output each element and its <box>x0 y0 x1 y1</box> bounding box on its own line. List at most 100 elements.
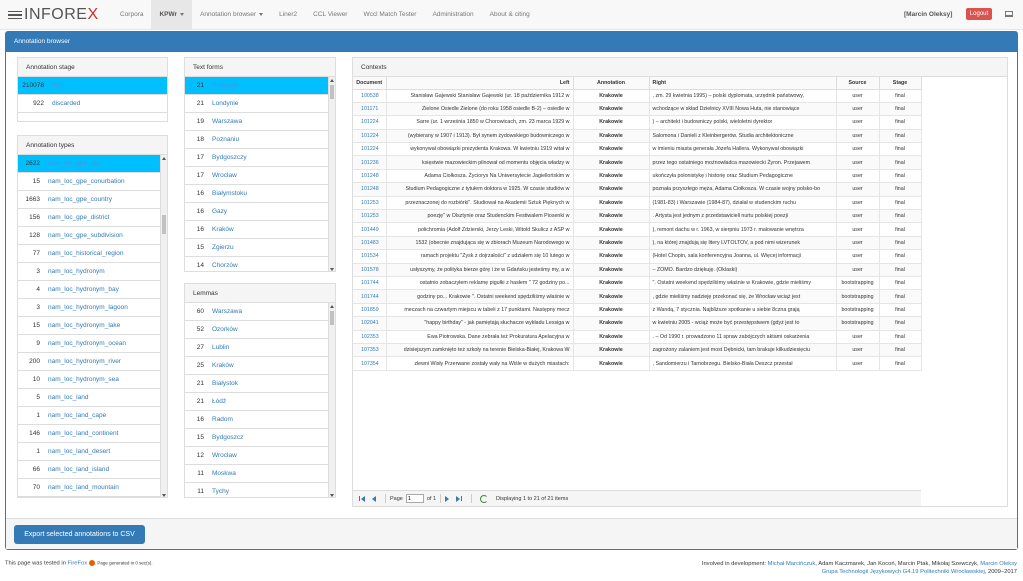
nav-ccl-viewer[interactable]: CCL Viewer <box>305 0 355 30</box>
document-id-link[interactable]: 101253 <box>361 200 379 206</box>
document-id-link[interactable]: 107353 <box>361 347 379 353</box>
document-id-link[interactable]: 101224 <box>361 133 379 139</box>
item-label[interactable]: nam_loc_hydronym_sea <box>40 371 119 388</box>
document-link[interactable]: 107353 <box>353 343 387 358</box>
col-annotation[interactable]: Annotation <box>573 77 650 90</box>
item-label[interactable]: nam_loc_land <box>40 389 88 406</box>
item-label[interactable]: nam_loc_gpe_district <box>40 209 109 226</box>
scroll-up-icon[interactable] <box>330 79 334 82</box>
document-id-link[interactable]: 107354 <box>361 361 379 367</box>
col-right[interactable]: Right <box>649 77 837 90</box>
table-row[interactable]: 107353 dzisiejszym zamknięto też szkoły n… <box>353 343 922 358</box>
item-label[interactable]: Krakowie <box>204 77 239 94</box>
document-link[interactable]: 101744 <box>353 289 387 304</box>
table-row[interactable]: 100538 Stanisław Gajewski Stanisław Gajew… <box>353 89 922 103</box>
document-id-link[interactable]: 101236 <box>361 160 379 166</box>
brand-logo[interactable]: INFOREX <box>8 6 99 24</box>
list-item[interactable]: 5 nam_loc_land <box>18 389 161 407</box>
list-item[interactable]: 21 Krakowie <box>185 77 329 95</box>
list-item[interactable]: 15 nam_loc_gpe_conurbation <box>18 173 161 191</box>
page-input[interactable] <box>405 494 424 503</box>
scroll-up-icon[interactable] <box>162 157 166 160</box>
document-id-link[interactable]: 101578 <box>361 267 379 273</box>
list-item[interactable]: 21 Łódź <box>185 393 329 411</box>
item-label[interactable]: Ozorków <box>204 321 238 338</box>
item-label[interactable]: nam_loc_gpe_conurbation <box>40 173 125 190</box>
next-page-icon[interactable] <box>445 495 451 502</box>
table-row[interactable]: 101483 1532 (obecnie znajdująca się w zbi… <box>353 236 922 251</box>
table-row[interactable]: 101449 polichromia (Adolf Zdzierski, Jerz… <box>353 222 922 237</box>
item-label[interactable]: Londynie <box>204 95 238 112</box>
table-row[interactable]: 101534 ramach projektu "Zysk z dojrzałośc… <box>353 249 922 264</box>
list-item[interactable]: 16 Radom <box>185 411 329 429</box>
item-label[interactable]: Kraków <box>204 221 234 238</box>
document-link[interactable]: 101224 <box>353 115 387 130</box>
scroll-down-icon[interactable] <box>330 268 334 271</box>
item-label[interactable]: Białystok <box>204 375 238 392</box>
document-link[interactable]: 101534 <box>353 249 387 264</box>
scroll-thumb[interactable] <box>162 215 166 234</box>
table-row[interactable]: 101171 Zielone Osiedle Zielone (do roku 1… <box>353 102 922 117</box>
item-label[interactable]: Kraków <box>204 357 234 374</box>
table-row[interactable]: 102041 "happy birthday" - jak pamiętają s… <box>353 316 922 331</box>
item-label[interactable]: Radom <box>204 411 233 428</box>
list-item[interactable]: 128 nam_loc_gpe_subdivision <box>18 227 161 245</box>
document-link[interactable]: 101483 <box>353 236 387 251</box>
list-item[interactable]: 21 Białystok <box>185 375 329 393</box>
document-link[interactable]: 101171 <box>353 102 387 117</box>
list-item[interactable]: 9 nam_loc_hydronym_ocean <box>18 335 161 353</box>
document-link[interactable]: 107354 <box>353 356 387 371</box>
item-label[interactable]: nam_loc_hydronym_lake <box>40 317 120 334</box>
table-row[interactable]: 107354 zlewni Wisły Przerwane zostały wał… <box>353 356 922 371</box>
document-id-link[interactable]: 101248 <box>361 186 379 192</box>
text-forms-scrollbar[interactable] <box>328 77 335 271</box>
nav-corpora[interactable]: Corpora <box>112 0 151 30</box>
item-label[interactable]: nam_loc_gpe_subdivision <box>40 227 123 244</box>
document-id-link[interactable]: 101449 <box>361 227 379 233</box>
firefox-link[interactable]: FireFox <box>68 561 88 567</box>
list-item[interactable]: 19 Warszawa <box>185 113 329 131</box>
nav-wccl-match-tester[interactable]: Wccl Match Tester <box>355 0 424 30</box>
item-label[interactable]: nam_loc_hydronym_lagoon <box>40 299 128 316</box>
document-link[interactable]: 101859 <box>353 303 387 318</box>
list-item[interactable]: 3 nam_loc_hydronym_lagoon <box>18 299 161 317</box>
item-label[interactable]: nam_loc_gpe_country <box>40 191 112 208</box>
item-label[interactable]: nam_loc_land_mountain <box>40 479 119 496</box>
list-item[interactable]: 60 Warszawa <box>185 303 329 321</box>
item-label[interactable]: Poznaniu <box>204 131 239 148</box>
item-label[interactable]: Białymstoku <box>204 185 247 202</box>
document-id-link[interactable]: 101744 <box>361 294 379 300</box>
prev-page-icon[interactable] <box>370 495 376 502</box>
item-label[interactable]: Łódź <box>204 393 226 410</box>
scroll-down-icon[interactable] <box>330 494 334 497</box>
table-row[interactable]: 101236 księstwie mazowieckim pilnował od … <box>353 155 922 170</box>
document-link[interactable]: 101578 <box>353 263 387 277</box>
list-item[interactable]: 3 nam_loc_hydronym <box>18 263 161 281</box>
col-document[interactable]: Document <box>353 77 387 90</box>
list-item[interactable]: 1 nam_loc_land_desert <box>18 443 161 461</box>
item-label[interactable]: nam_loc_land_cape <box>40 407 106 424</box>
list-item[interactable]: 17 Wrocław <box>185 167 329 185</box>
table-row[interactable]: 101744 ostatnio zobaczyłem reklamę pigułk… <box>353 276 922 291</box>
scroll-down-icon[interactable] <box>162 494 166 497</box>
developer-link[interactable]: Marcin Oleksy <box>980 561 1017 567</box>
table-row[interactable]: 102353 Ewa Piotrowska. Dane zebrała też P… <box>353 330 922 344</box>
export-csv-button[interactable]: Export selected annotations to CSV <box>14 525 145 544</box>
scroll-up-icon[interactable] <box>330 305 334 308</box>
document-id-link[interactable]: 101171 <box>361 106 378 112</box>
item-label[interactable]: Wrocław <box>204 447 237 464</box>
list-item[interactable]: 146 nam_loc_land_continent <box>18 425 161 443</box>
table-row[interactable]: 101224 (wybierany w 1907 i 1913). Był syn… <box>353 129 922 144</box>
nav-kpwr[interactable]: KPWr <box>151 0 193 30</box>
scroll-thumb[interactable] <box>330 311 334 325</box>
group-link[interactable]: Grupa Technologii Językowych G4.19 Polit… <box>822 569 985 575</box>
list-item[interactable]: 16 Gazy <box>185 203 329 221</box>
item-label[interactable]: Bydgoszcz <box>204 429 243 446</box>
list-item[interactable]: 4 nam_loc_hydronym_bay <box>18 281 161 299</box>
item-label[interactable]: nam_loc_hydronym <box>40 263 105 280</box>
last-page-icon[interactable] <box>456 495 463 502</box>
item-label[interactable]: Chorzów <box>204 257 238 271</box>
window-icon[interactable] <box>1005 11 1013 17</box>
list-item[interactable]: 2622 nam_loc_gpe_city <box>18 155 161 173</box>
item-label[interactable]: Lublin <box>204 339 229 356</box>
